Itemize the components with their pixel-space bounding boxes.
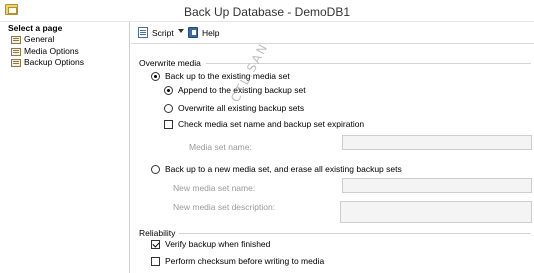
media-set-name-label: Media set name: [189, 142, 252, 152]
page-selector-pane: Select a page General Media Options Back… [0, 22, 130, 273]
help-icon [188, 27, 198, 38]
page-icon [11, 36, 21, 44]
page-item-backup-options[interactable]: Backup Options [0, 57, 129, 69]
new-media-set-description-field[interactable] [340, 201, 532, 223]
chevron-down-icon[interactable] [178, 29, 184, 33]
overwrite-backup-sets-radio[interactable] [164, 104, 173, 113]
new-media-set-description-label: New media set description: [173, 202, 276, 212]
overwrite-media-group-label: Overwrite media [139, 58, 201, 68]
group-divider [179, 233, 531, 234]
check-media-set-label: Check media set name and backup set expi… [178, 119, 365, 129]
page-item-label: Backup Options [24, 57, 85, 67]
overwrite-backup-sets-label: Overwrite all existing backup sets [178, 103, 305, 113]
page-item-label: General [24, 34, 55, 44]
checksum-checkbox[interactable] [151, 257, 160, 266]
page-item-label: Media Options [24, 45, 79, 56]
page-item-media-options[interactable]: Media Options [0, 46, 129, 58]
page-item-general[interactable]: General [0, 34, 129, 46]
select-page-header: Select a page [8, 23, 63, 33]
new-media-set-radio[interactable] [151, 165, 160, 174]
page-icon [11, 59, 21, 67]
checksum-label: Perform checksum before writing to media [165, 256, 325, 266]
new-media-set-name-label: New media set name: [173, 183, 256, 193]
title-bar: Back Up Database - DemoDB1 [0, 0, 534, 22]
reliability-group-label: Reliability [139, 228, 176, 238]
help-button[interactable]: Help [202, 27, 219, 39]
check-media-set-checkbox[interactable] [164, 120, 173, 129]
new-media-set-label: Back up to a new media set, and erase al… [165, 164, 402, 174]
append-backup-set-radio[interactable] [164, 86, 173, 95]
script-button[interactable]: Script [152, 27, 174, 39]
script-icon [138, 27, 148, 38]
media-options-panel: Overwrite media Back up to the existing … [131, 45, 534, 273]
existing-media-set-label: Back up to the existing media set [165, 71, 290, 81]
window-title: Back Up Database - DemoDB1 [183, 5, 351, 19]
existing-media-set-radio[interactable] [151, 72, 160, 81]
page-icon [11, 47, 21, 56]
toolbar: Script Help [131, 22, 534, 44]
new-media-set-name-field[interactable] [342, 178, 532, 193]
verify-backup-checkbox[interactable] [151, 240, 160, 249]
verify-backup-label: Verify backup when finished [165, 239, 271, 249]
media-set-name-field[interactable] [342, 135, 532, 150]
